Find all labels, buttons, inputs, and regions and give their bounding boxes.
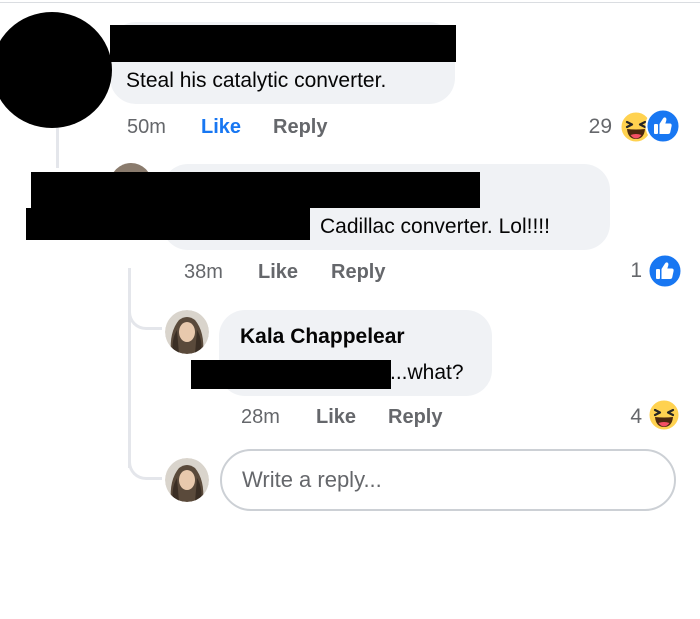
comment-1-text: Steal his catalytic converter.	[126, 69, 387, 92]
redaction-bar	[26, 208, 310, 240]
like-icon[interactable]	[645, 108, 681, 144]
comment-2-reply-button[interactable]: Reply	[331, 260, 385, 284]
redaction-bar	[110, 25, 456, 62]
thread-line-main	[56, 128, 59, 168]
comment-1-reply-button[interactable]: Reply	[273, 115, 327, 139]
comment-3-avatar[interactable]	[165, 310, 209, 354]
reply-box[interactable]	[220, 449, 676, 511]
comment-3-reply-button[interactable]: Reply	[388, 405, 442, 429]
thread-line-nested	[128, 268, 131, 468]
comment-3-text: ...what?	[390, 361, 464, 384]
comment-3-author[interactable]: Kala Chappelear	[240, 324, 405, 350]
redaction-bar	[191, 360, 391, 389]
comment-2-text: Cadillac converter. Lol!!!!	[320, 215, 550, 238]
comment-1-time[interactable]: 50m	[127, 115, 166, 139]
reply-input[interactable]	[242, 465, 642, 495]
thread-connector-1	[128, 300, 162, 330]
comment-3-time[interactable]: 28m	[241, 405, 280, 429]
redaction-bar	[31, 172, 480, 208]
haha-icon[interactable]	[647, 398, 681, 432]
comment-1-reaction-count[interactable]: 29	[570, 115, 612, 139]
comment-1-avatar[interactable]	[0, 12, 112, 128]
comment-1-like-button[interactable]: Like	[201, 115, 241, 139]
comment-2-time[interactable]: 38m	[184, 260, 223, 284]
comment-3-reaction-count[interactable]: 4	[600, 405, 642, 429]
current-user-avatar	[165, 458, 209, 502]
comment-2-like-button[interactable]: Like	[258, 260, 298, 284]
comment-3-like-button[interactable]: Like	[316, 405, 356, 429]
comment-2-reaction-count[interactable]: 1	[600, 259, 642, 283]
like-icon[interactable]	[647, 253, 683, 289]
thread-connector-2	[128, 448, 162, 480]
top-divider	[0, 2, 700, 3]
